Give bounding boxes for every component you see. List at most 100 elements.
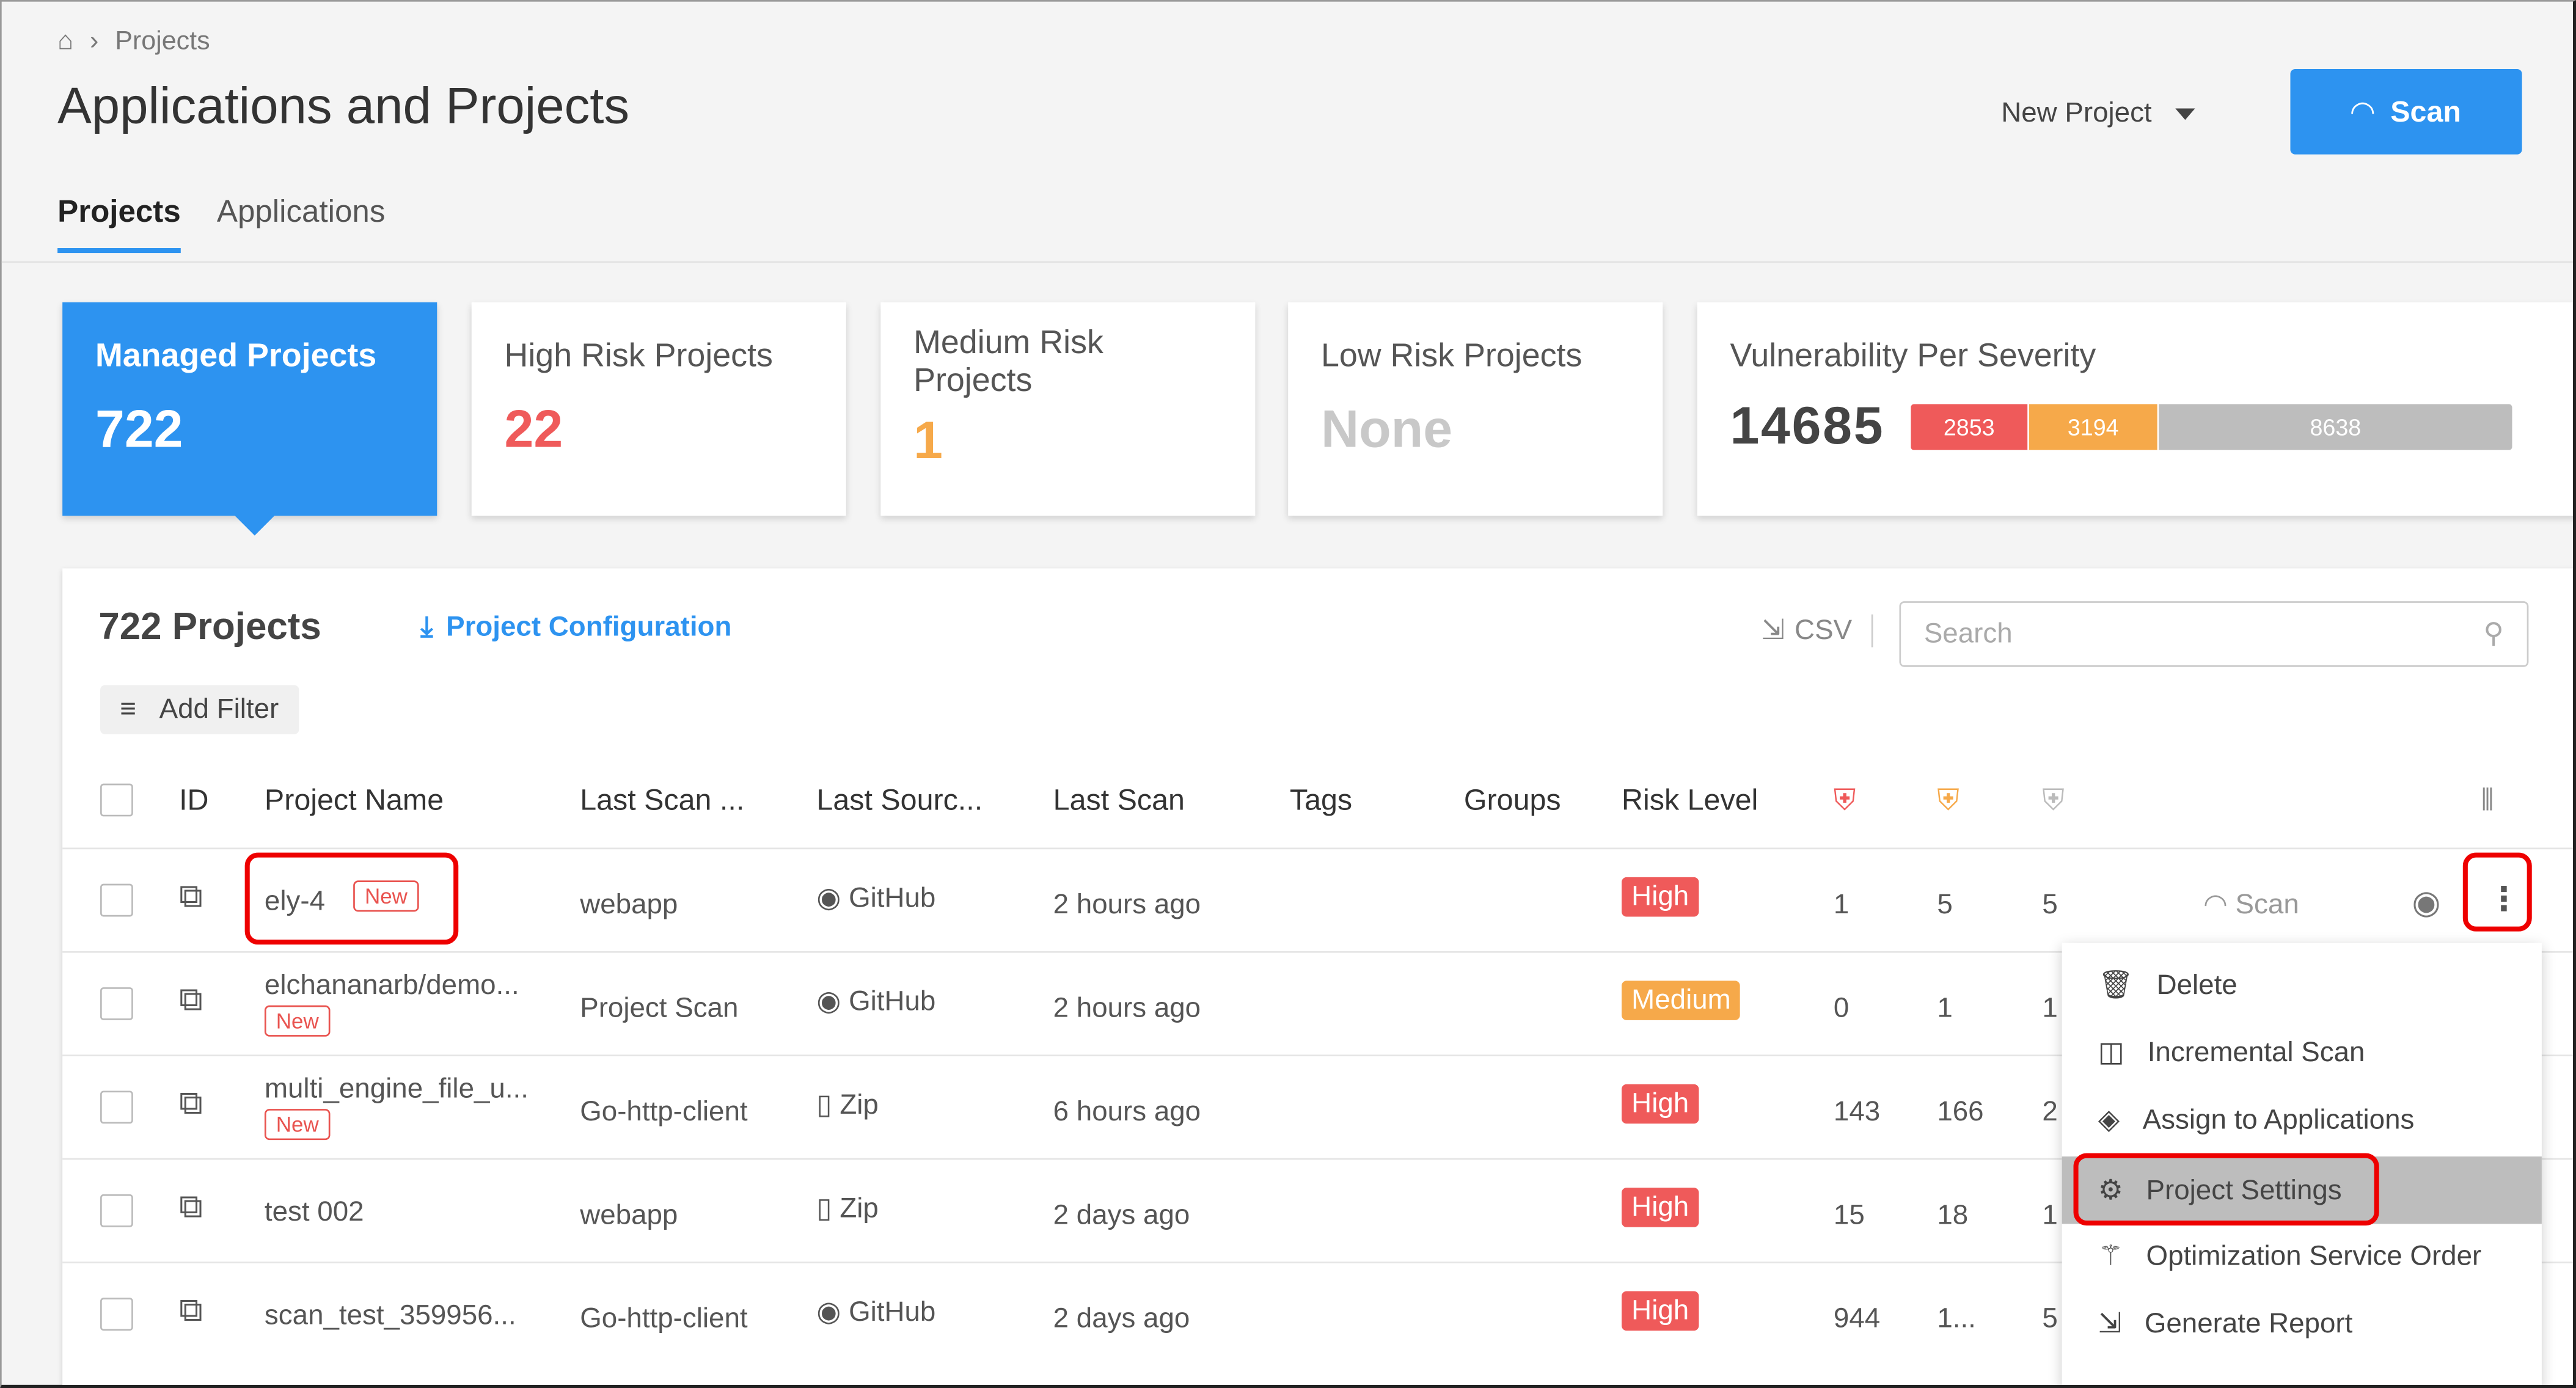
magic-wand-icon: ⚚	[2098, 1239, 2123, 1271]
copy-icon[interactable]: ⧉	[179, 982, 202, 1020]
project-name-link[interactable]: elchananarb/demo...	[265, 970, 519, 1003]
col-project-name[interactable]: Project Name	[265, 784, 444, 818]
tab-projects[interactable]: Projects	[57, 195, 181, 254]
highlight-annotation	[2073, 1153, 2379, 1225]
high-risk-card[interactable]: High Risk Projects 22	[471, 302, 846, 516]
copy-icon[interactable]: ⧉	[179, 879, 202, 917]
tabs: Projects Applications	[57, 195, 385, 254]
select-all-checkbox[interactable]	[100, 783, 133, 817]
card-value: None	[1320, 399, 1453, 459]
source: ◉ GitHub	[816, 985, 935, 1018]
menu-item-delete[interactable]: 🗑 Delete	[2062, 951, 2542, 1018]
row-checkbox[interactable]	[100, 987, 133, 1020]
search-input[interactable]: Search ⚲	[1899, 601, 2529, 667]
menu-label: Generate Report	[2144, 1307, 2353, 1339]
card-label: Medium Risk Projects	[913, 325, 1103, 400]
row-scan-button[interactable]: ◠ Scan	[2203, 889, 2299, 922]
breadcrumb-projects[interactable]: Projects	[115, 28, 210, 57]
high-severity-shield-icon[interactable]: ⛨	[1834, 784, 1856, 818]
menu-item-optimization-service-order[interactable]: ⚚ Optimization Service Order	[2062, 1222, 2542, 1290]
copy-icon[interactable]: ⧉	[179, 1086, 202, 1123]
eye-icon[interactable]: ◉	[2412, 882, 2440, 923]
row-checkbox[interactable]	[100, 883, 133, 917]
high-count: 944	[1833, 1302, 1881, 1334]
menu-item-assign-to-applications[interactable]: ◈ Assign to Applications	[2062, 1086, 2542, 1153]
severity-total: 14685	[1730, 396, 1885, 455]
row-scan-label: Scan	[2235, 888, 2299, 920]
scan-button[interactable]: ◠ Scan	[2290, 68, 2522, 155]
medium-count: 166	[1937, 1095, 1984, 1127]
card-label: Low Risk Projects	[1320, 338, 1583, 375]
col-last-scan-type[interactable]: Last Scan ...	[580, 784, 744, 818]
card-value: 22	[504, 399, 563, 459]
new-badge: New	[264, 1109, 331, 1141]
project-name-link[interactable]: scan_test_359956...	[265, 1299, 516, 1332]
add-filter-label: Add Filter	[159, 693, 279, 725]
project-configuration-link[interactable]: ⤓ Project Configuration	[420, 611, 731, 644]
row-checkbox[interactable]	[100, 1194, 133, 1227]
project-name-link[interactable]: multi_engine_file_u...	[265, 1073, 529, 1106]
low-count: 5	[2042, 888, 2058, 920]
add-filter-button[interactable]: ≡ Add Filter	[100, 685, 299, 734]
high-count: 1	[1833, 888, 1850, 920]
medium-count: 1...	[1937, 1302, 1976, 1334]
last-scan-time: 2 days ago	[1053, 1302, 1190, 1334]
project-name-link[interactable]: test 002	[265, 1196, 364, 1229]
app-page: ⌂ › Projects Applications and Projects Ne…	[0, 0, 2576, 1388]
col-groups[interactable]: Groups	[1464, 784, 1561, 818]
low-risk-card[interactable]: Low Risk Projects None	[1288, 302, 1663, 516]
menu-label: Delete	[2156, 968, 2238, 1000]
layers-icon: ◈	[2098, 1103, 2120, 1134]
highlight-annotation	[2462, 852, 2532, 932]
search-icon: ⚲	[2483, 618, 2505, 649]
row-checkbox[interactable]	[100, 1090, 133, 1124]
col-last-scan[interactable]: Last Scan	[1053, 784, 1185, 818]
menu-item-incremental-scan[interactable]: ◫ Incremental Scan	[2062, 1018, 2542, 1086]
medium-risk-card[interactable]: Medium Risk Projects 1	[880, 302, 1256, 516]
source: ▯ Zip	[816, 1193, 878, 1225]
source: ◉ GitHub	[816, 882, 935, 915]
col-id[interactable]: ID	[179, 784, 208, 818]
risk-badge: Medium	[1622, 981, 1741, 1020]
home-icon[interactable]: ⌂	[57, 28, 73, 57]
low-severity-shield-icon[interactable]: ⛨	[2042, 784, 2064, 818]
medium-count: 18	[1937, 1199, 1969, 1231]
source-label: Zip	[840, 1193, 879, 1224]
severity-bar: 2853 3194 8638	[1911, 403, 2512, 450]
row-checkbox[interactable]	[100, 1298, 133, 1331]
github-icon: ◉	[816, 985, 841, 1017]
last-scan-time: 6 hours ago	[1053, 1095, 1201, 1127]
risk-badge: High	[1622, 1188, 1699, 1227]
filter-icon: ≡	[120, 693, 136, 725]
medium-count: 5	[1937, 888, 1953, 920]
highlight-annotation	[244, 852, 459, 945]
low-count: 5	[2042, 1302, 2058, 1334]
new-project-dropdown[interactable]: New Project	[2001, 97, 2195, 130]
scan-label: Scan	[2390, 94, 2461, 128]
low-count: 2	[2042, 1095, 2058, 1127]
scan-icon: ◠	[2351, 94, 2374, 128]
last-scan-type: Go-http-client	[580, 1095, 748, 1127]
col-last-source[interactable]: Last Sourc...	[816, 784, 982, 818]
csv-export-button[interactable]: ⇲ CSV	[1762, 614, 1874, 648]
medium-severity-shield-icon[interactable]: ⛨	[1937, 784, 1959, 818]
breadcrumb: ⌂ › Projects	[57, 28, 210, 57]
export-report-icon: ⇲	[2098, 1307, 2122, 1339]
last-scan-type: webapp	[580, 1199, 678, 1231]
menu-item-generate-report[interactable]: ⇲ Generate Report	[2062, 1290, 2542, 1357]
search-placeholder: Search	[1923, 618, 2013, 649]
managed-projects-card[interactable]: Managed Projects 722	[62, 302, 437, 516]
trash-icon: 🗑	[2098, 968, 2134, 1000]
copy-icon[interactable]: ⧉	[179, 1189, 202, 1227]
chevron-right-icon: ›	[90, 27, 99, 56]
github-icon: ◉	[816, 1296, 841, 1328]
col-tags[interactable]: Tags	[1290, 784, 1352, 818]
copy-icon[interactable]: ⧉	[179, 1293, 202, 1331]
high-count: 15	[1833, 1199, 1865, 1231]
menu-label: Incremental Scan	[2147, 1036, 2365, 1067]
col-risk-level[interactable]: Risk Level	[1622, 784, 1758, 818]
source-label: Zip	[840, 1089, 879, 1120]
columns-icon[interactable]: ⦀	[2481, 784, 2494, 818]
tab-applications[interactable]: Applications	[217, 195, 385, 253]
card-label: Managed Projects	[95, 338, 377, 375]
